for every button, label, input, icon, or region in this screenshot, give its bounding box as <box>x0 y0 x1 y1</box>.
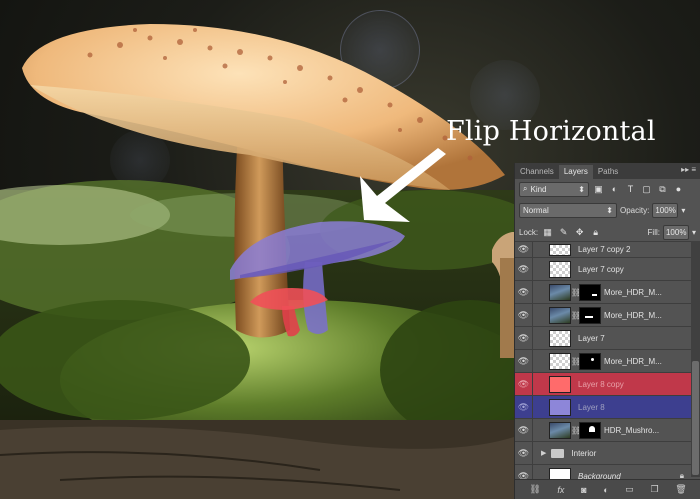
layer-name: Layer 7 <box>578 333 605 343</box>
link-chain-icon: ⛓︎ <box>571 310 582 320</box>
layer-row[interactable]: 👁︎ ⛓︎ More_HDR_M... <box>515 280 692 304</box>
visibility-eye-icon[interactable]: 👁︎ <box>515 241 533 258</box>
layer-name: Layer 7 copy 2 <box>578 245 631 254</box>
new-layer-icon[interactable]: ❐ <box>650 484 658 495</box>
layer-group-row[interactable]: 👁︎ ▶ Interior <box>515 441 692 465</box>
scrollbar-thumb[interactable] <box>692 361 699 475</box>
chevron-down-icon: ⬍ <box>578 184 585 194</box>
opacity-label: Opacity: <box>620 205 650 215</box>
expand-triangle-icon[interactable]: ▶ <box>541 449 546 457</box>
lock-row: Lock: ▦ ✎ ✥ 🔒︎ Fill: 100% ▾ <box>515 221 700 243</box>
filter-shape-icon[interactable]: ▢ <box>640 184 653 195</box>
adjustment-icon[interactable]: ◐ <box>603 485 608 495</box>
visibility-eye-icon[interactable]: 👁︎ <box>515 257 533 281</box>
layer-thumbnail <box>549 421 571 439</box>
layer-name: More_HDR_M... <box>604 287 662 297</box>
layer-thumbnail <box>549 306 571 324</box>
filter-smart-icon[interactable]: ⧉ <box>656 184 669 195</box>
panel-bottom-toolbar: ⛓︎ fx ◙ ◐ ▭ ❐ 🗑︎ <box>515 479 700 499</box>
link-icon[interactable]: ⛓︎ <box>529 484 540 495</box>
fx-icon[interactable]: fx <box>557 485 564 495</box>
filter-type-icon[interactable]: T <box>624 184 637 194</box>
lock-all-icon[interactable]: 🔒︎ <box>589 227 602 238</box>
blend-mode-select[interactable]: Normal ⬍ <box>519 202 617 218</box>
layer-name: Layer 8 <box>578 402 605 412</box>
lock-move-icon[interactable]: ✥ <box>573 227 586 238</box>
layer-name: More_HDR_M... <box>604 310 662 320</box>
mask-icon[interactable]: ◙ <box>581 485 586 495</box>
chevron-down-icon[interactable]: ▾ <box>681 206 685 215</box>
link-chain-icon: ⛓︎ <box>571 356 582 366</box>
visibility-eye-icon[interactable]: 👁︎ <box>515 395 533 419</box>
folder-icon <box>551 448 565 458</box>
chevron-down-icon[interactable]: ▾ <box>692 228 696 237</box>
layer-thumbnail <box>549 260 571 278</box>
layer-name: Interior <box>571 448 597 458</box>
layer-thumbnail <box>549 329 571 347</box>
layers-panel: Channels Layers Paths ▸▸ ≡ ⌕ Kind ⬍ ▣ ◐ … <box>514 163 700 499</box>
filter-adjustment-icon[interactable]: ◐ <box>608 184 621 194</box>
folder-icon[interactable]: ▭ <box>625 484 634 495</box>
layer-row[interactable]: 👁︎ Layer 8 copy <box>515 372 692 396</box>
layer-name: More_HDR_M... <box>604 356 662 366</box>
tab-layers[interactable]: Layers <box>558 165 593 179</box>
filter-toggle-icon[interactable]: ● <box>672 184 685 194</box>
layer-thumbnail <box>549 398 571 416</box>
filter-row: ⌕ Kind ⬍ ▣ ◐ T ▢ ⧉ ● <box>515 179 700 199</box>
search-icon: ⌕ <box>523 184 528 193</box>
flip-horizontal-annotation: Flip Horizontal <box>446 116 656 147</box>
layer-mask-thumbnail[interactable] <box>579 421 601 439</box>
layer-row[interactable]: 👁︎ Layer 7 <box>515 326 692 350</box>
layer-mask-thumbnail[interactable] <box>579 306 601 324</box>
layer-row[interactable]: 👁︎ Layer 8 <box>515 395 692 419</box>
filter-kind-select[interactable]: ⌕ Kind ⬍ <box>519 181 589 197</box>
tab-channels[interactable]: Channels <box>515 165 559 179</box>
opacity-input[interactable]: 100% <box>652 202 679 218</box>
layer-name: Layer 7 copy <box>578 264 624 274</box>
layer-row[interactable]: 👁︎ Layer 7 copy <box>515 257 692 281</box>
layer-row[interactable]: 👁︎ ⛓︎ More_HDR_M... <box>515 303 692 327</box>
layer-row[interactable]: 👁︎ Layer 7 copy 2 <box>515 241 692 258</box>
visibility-eye-icon[interactable]: 👁︎ <box>515 418 533 442</box>
layers-scrollbar[interactable] <box>691 241 700 477</box>
layer-thumbnail <box>549 243 571 256</box>
visibility-eye-icon[interactable]: 👁︎ <box>515 303 533 327</box>
layer-thumbnail <box>549 352 571 370</box>
filter-pixel-icon[interactable]: ▣ <box>592 184 605 195</box>
layer-mask-thumbnail[interactable] <box>579 283 601 301</box>
panel-tabs: Channels Layers Paths ▸▸ ≡ <box>515 163 700 179</box>
visibility-eye-icon[interactable]: 👁︎ <box>515 372 533 396</box>
visibility-eye-icon[interactable]: 👁︎ <box>515 326 533 350</box>
link-chain-icon: ⛓︎ <box>571 287 582 297</box>
layer-mask-thumbnail[interactable] <box>579 352 601 370</box>
blend-row: Normal ⬍ Opacity: 100% ▾ <box>515 199 700 221</box>
tab-paths[interactable]: Paths <box>593 165 623 179</box>
layers-list: 👁︎ Layer 7 copy 2 👁︎ Layer 7 copy 👁︎ ⛓︎ … <box>515 241 692 488</box>
layer-thumbnail <box>549 283 571 301</box>
visibility-eye-icon[interactable]: 👁︎ <box>515 441 533 465</box>
fill-input[interactable]: 100% <box>662 224 689 240</box>
lock-transparent-icon[interactable]: ▦ <box>541 227 554 238</box>
visibility-eye-icon[interactable]: 👁︎ <box>515 349 533 373</box>
panel-menu-icon[interactable]: ▸▸ ≡ <box>681 165 696 174</box>
link-chain-icon: ⛓︎ <box>571 425 582 435</box>
layer-name: HDR_Mushro... <box>604 425 660 435</box>
layer-row[interactable]: 👁︎ ⛓︎ More_HDR_M... <box>515 349 692 373</box>
visibility-eye-icon[interactable]: 👁︎ <box>515 280 533 304</box>
layer-row[interactable]: 👁︎ ⛓︎ HDR_Mushro... <box>515 418 692 442</box>
chevron-down-icon: ⬍ <box>606 205 613 215</box>
lock-label: Lock: <box>519 227 539 237</box>
fill-label: Fill: <box>647 227 660 237</box>
layer-thumbnail <box>549 375 571 393</box>
layer-name: Layer 8 copy <box>578 379 624 389</box>
lock-brush-icon[interactable]: ✎ <box>557 227 570 238</box>
trash-icon[interactable]: 🗑︎ <box>675 484 686 495</box>
